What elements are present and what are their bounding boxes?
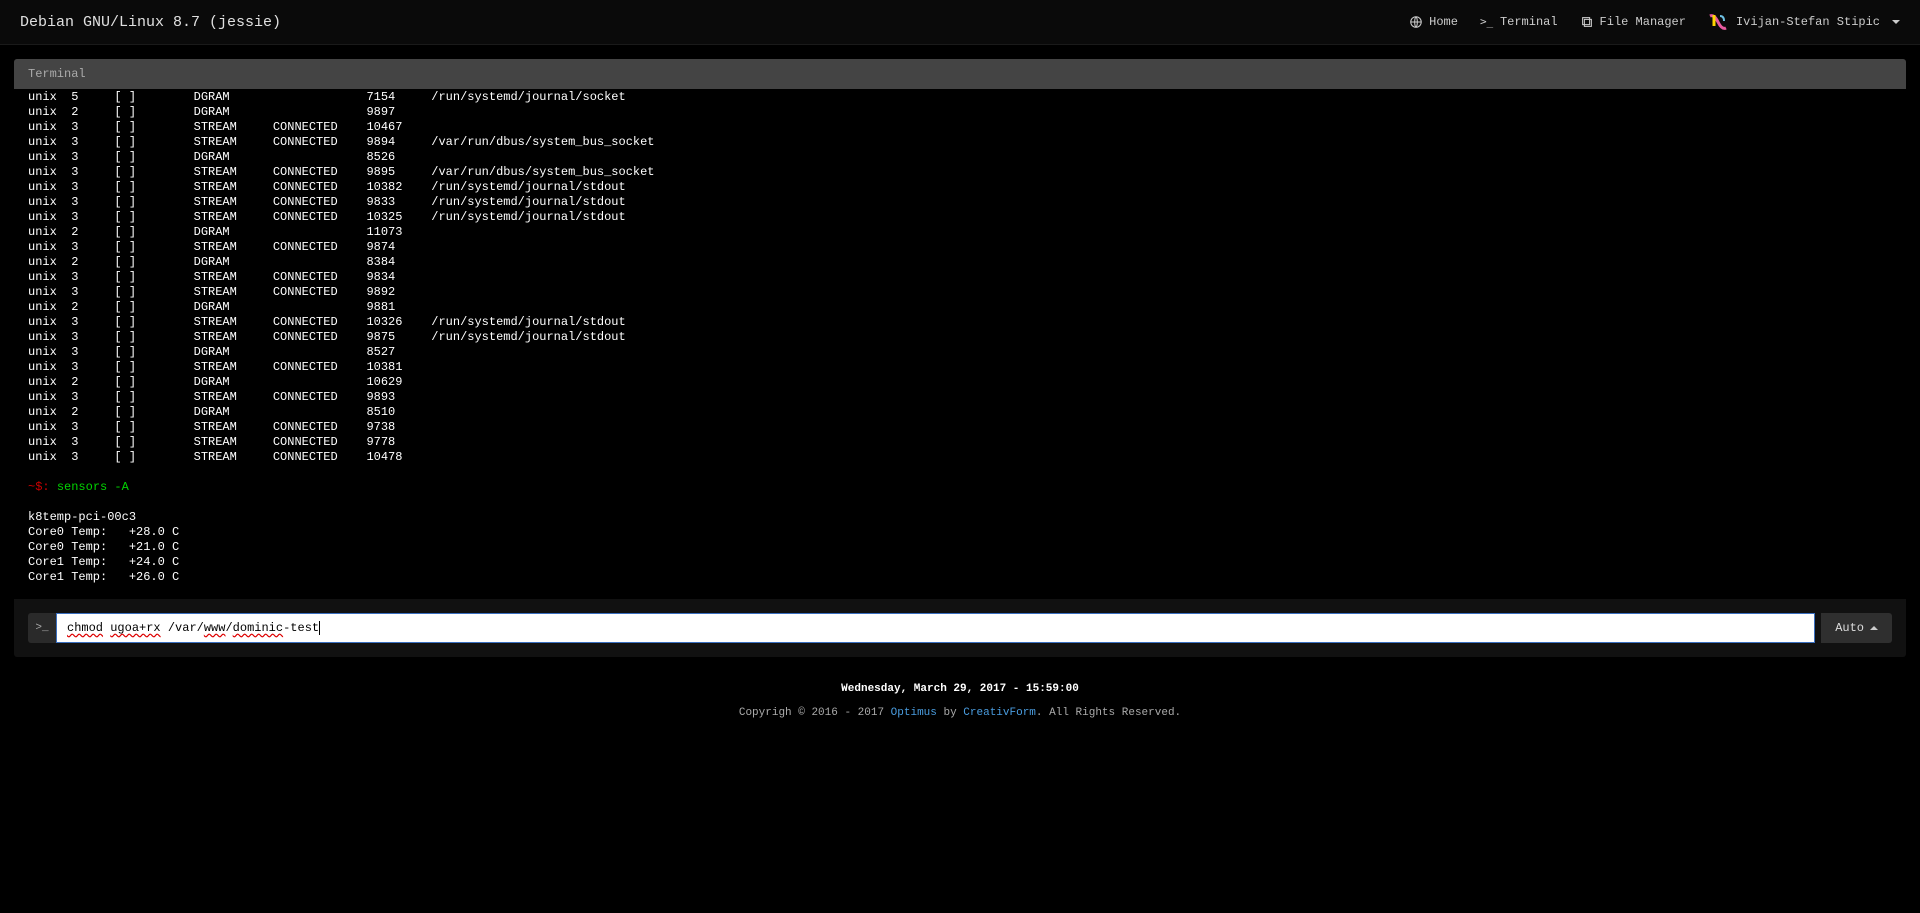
- nav-terminal-label: Terminal: [1500, 15, 1558, 29]
- brand-logo-icon: [1708, 12, 1728, 32]
- main-area: Terminal unix 5 [ ] DGRAM 7154 /run/syst…: [0, 45, 1920, 671]
- terminal-panel: Terminal unix 5 [ ] DGRAM 7154 /run/syst…: [14, 59, 1906, 657]
- terminal-header: Terminal: [14, 59, 1906, 89]
- user-name: Ivijan-Stefan Stipic: [1736, 15, 1880, 29]
- footer: Wednesday, March 29, 2017 - 15:59:00 Cop…: [0, 671, 1920, 749]
- nav-terminal[interactable]: >_ Terminal: [1480, 15, 1558, 29]
- footer-link-creativform[interactable]: CreativForm: [963, 707, 1036, 719]
- nav-home[interactable]: Home: [1409, 15, 1458, 29]
- chevron-down-icon: [1892, 20, 1900, 24]
- footer-copyright: Copyrigh © 2016 - 2017 Optimus by Creati…: [0, 707, 1920, 719]
- footer-link-optimus[interactable]: Optimus: [891, 707, 937, 719]
- auto-button-label: Auto: [1835, 621, 1864, 635]
- chevron-up-icon: [1870, 626, 1878, 630]
- copy-icon: [1580, 15, 1594, 29]
- auto-button[interactable]: Auto: [1821, 613, 1892, 643]
- nav-file-manager[interactable]: File Manager: [1580, 15, 1686, 29]
- nav-file-manager-label: File Manager: [1600, 15, 1686, 29]
- header-nav: Home >_ Terminal File Manager Ivijan-Ste…: [1409, 12, 1900, 32]
- os-title: Debian GNU/Linux 8.7 (jessie): [20, 14, 281, 31]
- footer-datetime: Wednesday, March 29, 2017 - 15:59:00: [0, 683, 1920, 695]
- terminal-output[interactable]: unix 5 [ ] DGRAM 7154 /run/systemd/journ…: [14, 89, 1906, 599]
- user-menu[interactable]: Ivijan-Stefan Stipic: [1708, 12, 1900, 32]
- globe-icon: [1409, 15, 1423, 29]
- command-prompt-icon: >_: [28, 613, 56, 643]
- command-input[interactable]: chmod ugoa+rx /var/www/dominic-test: [56, 613, 1815, 643]
- top-header: Debian GNU/Linux 8.7 (jessie) Home >_ Te…: [0, 0, 1920, 45]
- nav-home-label: Home: [1429, 15, 1458, 29]
- command-bar: >_ chmod ugoa+rx /var/www/dominic-test A…: [14, 599, 1906, 657]
- terminal-prompt-icon: >_: [1480, 15, 1494, 29]
